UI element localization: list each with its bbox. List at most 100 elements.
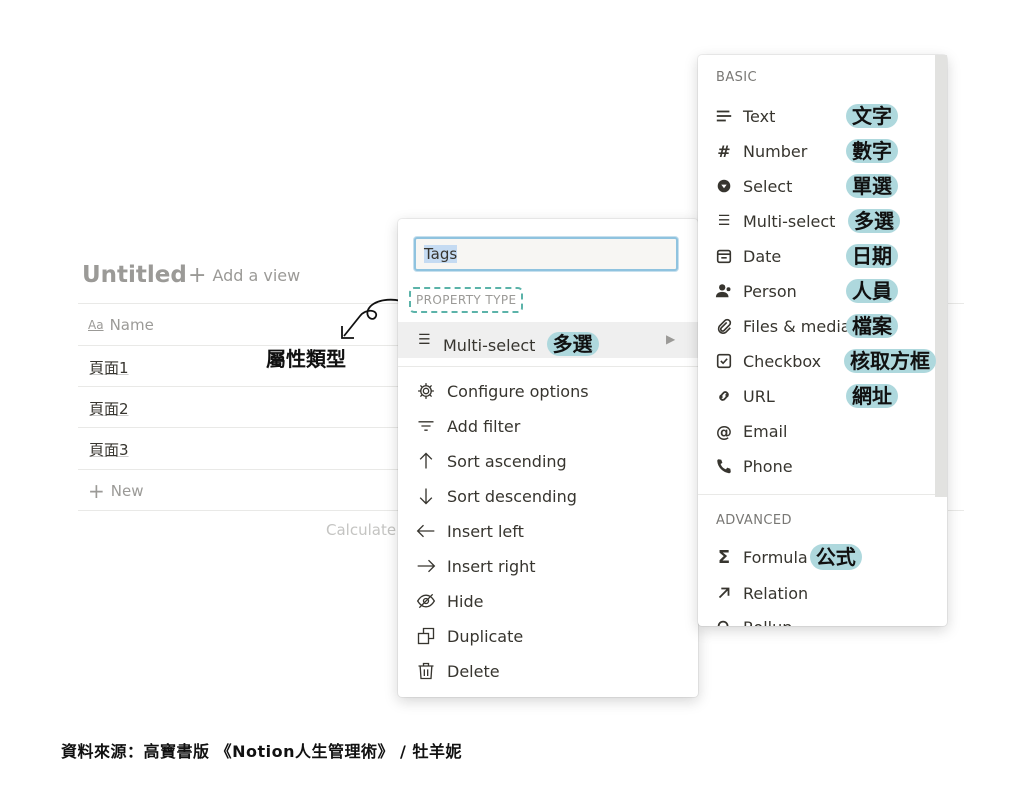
- menu-item-hide[interactable]: Hide: [414, 590, 483, 612]
- menu-item-insert-right[interactable]: Insert right: [414, 555, 536, 577]
- caret-right-icon: ▶: [666, 332, 676, 346]
- type-option-number[interactable]: # Number: [714, 138, 807, 164]
- divider: [78, 510, 398, 511]
- type-note: 人員: [846, 278, 898, 304]
- menu-item-label: Add filter: [447, 416, 521, 436]
- type-option-files-media[interactable]: Files & media: [714, 313, 851, 339]
- add-view-button[interactable]: + Add a view: [188, 262, 301, 288]
- type-option-formula[interactable]: Σ Formula 公式: [714, 544, 862, 570]
- menu-item-label: Insert left: [447, 521, 524, 541]
- scrollbar[interactable]: [935, 55, 947, 497]
- type-option-rollup-clip: Rollup: [698, 612, 935, 626]
- type-option-label: Files & media: [743, 316, 851, 336]
- type-option-relation[interactable]: Relation: [714, 580, 808, 606]
- type-option-label: Rollup: [743, 618, 792, 627]
- type-option-label: Date: [743, 246, 782, 266]
- type-option-checkbox[interactable]: Checkbox: [714, 348, 821, 374]
- filter-icon: [414, 415, 438, 437]
- divider: [948, 303, 964, 304]
- text-icon: [714, 106, 734, 126]
- menu-item-label: Insert right: [447, 556, 536, 576]
- checkbox-icon: [714, 351, 734, 371]
- list-icon: ☰: [717, 213, 731, 229]
- menu-item-add-filter[interactable]: Add filter: [414, 415, 520, 437]
- type-option-url[interactable]: URL: [714, 383, 775, 409]
- menu-item-duplicate[interactable]: Duplicate: [414, 625, 523, 647]
- person-icon: [714, 281, 734, 301]
- name-column-label: Name: [109, 316, 154, 334]
- menu-item-label: Configure options: [447, 381, 589, 401]
- property-name-value: Tags: [424, 245, 458, 263]
- arrow-right-icon: [414, 555, 438, 577]
- basic-section-label: BASIC: [716, 70, 757, 85]
- property-type-section-label: PROPERTY TYPE: [409, 287, 524, 313]
- property-name-input[interactable]: Tags: [414, 237, 678, 271]
- type-option-phone[interactable]: Phone: [714, 453, 793, 479]
- select-icon: [714, 176, 734, 196]
- type-option-label: Select: [743, 176, 793, 196]
- property-type-note: 多選: [546, 332, 599, 356]
- list-icon: ☰: [418, 332, 431, 348]
- type-option-label: Formula: [743, 547, 808, 567]
- type-option-date[interactable]: Date: [714, 243, 781, 269]
- divider: [698, 494, 935, 495]
- type-option-label: Text: [743, 106, 776, 126]
- type-option-label: Person: [743, 281, 797, 301]
- menu-item-label: Hide: [447, 591, 484, 611]
- menu-item-sort-ascending[interactable]: Sort ascending: [414, 450, 567, 472]
- type-note: 數字: [846, 138, 898, 164]
- arrow-left-icon: [414, 520, 438, 542]
- type-option-label: Relation: [743, 583, 809, 603]
- plus-icon: +: [188, 262, 207, 288]
- type-option-select[interactable]: Select: [714, 173, 792, 199]
- type-note: 單選: [846, 173, 898, 199]
- type-option-person[interactable]: Person: [714, 278, 797, 304]
- menu-item-label: Duplicate: [447, 626, 524, 646]
- type-option-rollup[interactable]: Rollup: [714, 614, 792, 626]
- type-option-label: URL: [743, 386, 775, 406]
- table-row[interactable]: 頁面3: [89, 439, 129, 460]
- property-type-value: Multi-select 多選: [443, 331, 599, 357]
- menu-item-label: Delete: [447, 661, 500, 681]
- type-option-label: Phone: [743, 456, 793, 476]
- divider: [948, 510, 964, 511]
- type-note: 檔案: [846, 313, 898, 339]
- table-row[interactable]: 頁面2: [89, 398, 129, 419]
- hash-icon: #: [717, 141, 731, 161]
- type-option-multi-select[interactable]: ☰ Multi-select: [714, 208, 836, 234]
- calculate-label[interactable]: Calculate: [326, 521, 396, 539]
- plus-icon: +: [88, 479, 105, 503]
- arrow-up-right-icon: [714, 583, 734, 603]
- link-icon: [714, 386, 734, 406]
- type-note: 公式: [809, 544, 862, 570]
- type-note: 文字: [846, 103, 898, 129]
- arrow-up-icon: [414, 450, 438, 472]
- type-option-label: Checkbox: [743, 351, 822, 371]
- menu-item-insert-left[interactable]: Insert left: [414, 520, 524, 542]
- arrow-down-icon: [414, 485, 438, 507]
- menu-item-sort-descending[interactable]: Sort descending: [414, 485, 577, 507]
- calendar-icon: [714, 246, 734, 266]
- source-caption: 資料來源：高寶書版 《Notion人生管理術》 / 牡羊妮: [61, 742, 462, 761]
- text-type-icon: Aa: [88, 318, 104, 332]
- type-option-label: Multi-select: [743, 211, 836, 231]
- sigma-icon: Σ: [717, 546, 731, 568]
- table-row[interactable]: 頁面1: [89, 357, 129, 378]
- phone-icon: [714, 456, 734, 476]
- type-note: 核取方框: [844, 348, 936, 374]
- trash-icon: [414, 660, 438, 682]
- divider: [78, 427, 398, 428]
- name-column-header[interactable]: Aa Name: [88, 316, 154, 334]
- divider: [398, 366, 698, 367]
- eye-slash-icon: [414, 590, 438, 612]
- type-option-email[interactable]: @ Email: [714, 418, 787, 444]
- search-icon: [714, 617, 734, 626]
- menu-item-label: Sort descending: [447, 486, 577, 506]
- new-row-button[interactable]: + New: [88, 479, 143, 503]
- database-title[interactable]: Untitled: [82, 262, 187, 288]
- type-option-text[interactable]: Text: [714, 103, 775, 129]
- divider: [78, 386, 398, 387]
- menu-item-delete[interactable]: Delete: [414, 660, 500, 682]
- add-view-label: Add a view: [212, 266, 301, 285]
- menu-item-configure-options[interactable]: Configure options: [414, 380, 589, 402]
